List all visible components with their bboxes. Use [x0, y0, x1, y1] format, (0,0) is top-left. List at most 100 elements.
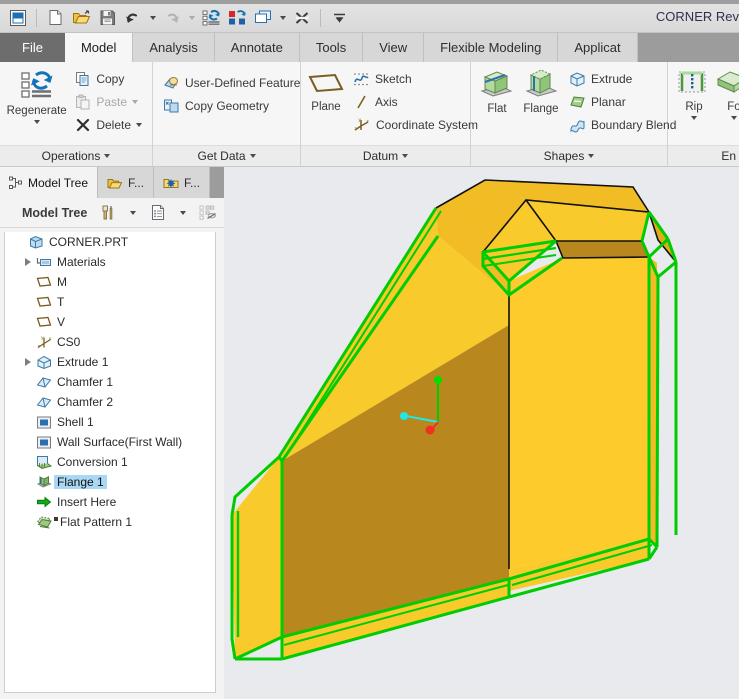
tree-item-chamfer-2[interactable]: Chamfer 2: [5, 392, 215, 412]
rip-dropdown-arrow[interactable]: [691, 116, 697, 120]
customize-qat-icon[interactable]: [327, 6, 351, 30]
paste-dropdown-arrow[interactable]: [132, 100, 138, 104]
chamfer-icon: [34, 395, 54, 410]
delete-dropdown-arrow[interactable]: [136, 123, 142, 127]
tree-item-v[interactable]: V: [5, 312, 215, 332]
flat-button[interactable]: Flat: [477, 67, 517, 115]
flange-button[interactable]: Flange: [521, 67, 561, 115]
settings-icon[interactable]: [97, 202, 119, 224]
datum-group-expander-icon[interactable]: [402, 154, 409, 158]
tree-item-label: Conversion 1: [57, 455, 128, 469]
navigator-tab-model-tree[interactable]: Model Tree: [0, 167, 99, 198]
get-data-group-label[interactable]: Get Data: [153, 145, 300, 166]
shapes-group-label[interactable]: Shapes: [471, 145, 667, 166]
delete-label: Delete: [96, 118, 131, 132]
window-icon[interactable]: [251, 6, 275, 30]
window-dropdown-arrow[interactable]: [277, 6, 288, 30]
sheet-metal-corner-model[interactable]: [224, 167, 739, 699]
redo-icon[interactable]: [160, 6, 184, 30]
get-data-group-expander-icon[interactable]: [249, 154, 256, 158]
3d-model-viewport[interactable]: [224, 167, 739, 699]
regenerate-button[interactable]: Regenerate: [6, 67, 67, 124]
rip-button[interactable]: Rip: [676, 67, 712, 120]
axis-button[interactable]: Axis: [349, 91, 482, 113]
datum-group-label[interactable]: Datum: [301, 145, 470, 166]
tree-item-label: Flange 1: [54, 475, 107, 489]
display-dropdown-arrow[interactable]: [172, 202, 194, 224]
operations-group-label[interactable]: Operations: [0, 145, 152, 166]
settings-dropdown-arrow[interactable]: [122, 202, 144, 224]
tree-item-extrude-1[interactable]: Extrude 1: [5, 352, 215, 372]
tab-analysis[interactable]: Analysis: [133, 33, 215, 62]
form-dropdown-arrow[interactable]: [731, 116, 737, 120]
tree-item-materials[interactable]: Materials: [5, 252, 215, 272]
tree-item-chamfer-1[interactable]: Chamfer 1: [5, 372, 215, 392]
form-button[interactable]: Fo: [716, 67, 739, 120]
undo-icon[interactable]: [121, 6, 145, 30]
copy-button[interactable]: Copy: [71, 68, 146, 90]
tree-item-conversion-1[interactable]: Conversion 1: [5, 452, 215, 472]
part-icon: [26, 235, 46, 249]
user-defined-feature-button[interactable]: User-Defined Feature: [159, 72, 304, 94]
tree-item-wall-surface[interactable]: Wall Surface(First Wall): [5, 432, 215, 452]
shell-icon: [34, 415, 54, 430]
model-tree[interactable]: CORNER.PRT Materials M T V y z x CS0 Ext…: [4, 232, 216, 693]
tree-item-label: Wall Surface(First Wall): [57, 435, 183, 449]
tab-model[interactable]: Model: [64, 33, 134, 62]
tree-item-flange-1[interactable]: Flange 1: [5, 472, 215, 492]
tab-file[interactable]: File: [0, 33, 65, 62]
coordinate-system-button[interactable]: y z x Coordinate System: [349, 114, 482, 136]
tree-item-insert-here[interactable]: Insert Here: [5, 492, 215, 512]
model-player-icon[interactable]: [225, 6, 249, 30]
tab-annotate[interactable]: Annotate: [214, 33, 300, 62]
tab-flexible-modeling[interactable]: Flexible Modeling: [424, 33, 559, 62]
navigator-tab-favorites[interactable]: F...: [154, 167, 211, 198]
tab-applications[interactable]: Applicat: [558, 33, 638, 62]
navigator-tab-folder-browser[interactable]: F...: [98, 167, 155, 198]
engineering-group-label[interactable]: En: [668, 145, 739, 166]
tab-tools[interactable]: Tools: [299, 33, 364, 62]
copy-geometry-button[interactable]: Copy Geometry: [159, 95, 304, 117]
tree-expander-extrude-1[interactable]: [21, 358, 34, 366]
extrude-button[interactable]: Extrude: [565, 68, 680, 90]
flat-pattern-icon: [34, 515, 54, 530]
app-menu-icon[interactable]: [6, 6, 30, 30]
tree-item-cs0[interactable]: y z x CS0: [5, 332, 215, 352]
quick-access-toolbar[interactable]: [0, 1, 351, 34]
tree-filter-icon[interactable]: [197, 202, 219, 224]
tree-item-corner-prt[interactable]: CORNER.PRT: [5, 232, 215, 252]
tree-expander-materials[interactable]: [21, 258, 34, 266]
tree-item-flat-pattern-1[interactable]: Flat Pattern 1: [5, 512, 215, 532]
boundary-blend-button[interactable]: Boundary Blend: [565, 114, 680, 136]
redo-dropdown-arrow[interactable]: [186, 6, 197, 30]
operations-group-expander-icon[interactable]: [104, 154, 111, 158]
shapes-group-expander-icon[interactable]: [588, 154, 595, 158]
form-icon: [716, 69, 739, 99]
operations-small-buttons: Copy Paste Delete: [71, 67, 146, 136]
tree-item-m[interactable]: M: [5, 272, 215, 292]
undo-dropdown-arrow[interactable]: [147, 6, 158, 30]
paste-icon: [75, 94, 91, 110]
title-bar: CORNER Rev: [0, 0, 739, 33]
paste-button[interactable]: Paste: [71, 91, 146, 113]
datum-small-buttons: Sketch Axis y z x Coordinate System: [349, 67, 482, 136]
tree-item-label: Materials: [57, 255, 106, 269]
regenerate-dropdown-arrow[interactable]: [33, 120, 40, 124]
close-window-icon[interactable]: [290, 6, 314, 30]
extrude-label: Extrude: [591, 72, 633, 86]
svg-text:x: x: [49, 336, 52, 341]
form-label: Fo: [727, 101, 739, 113]
new-icon[interactable]: [43, 6, 67, 30]
delete-button[interactable]: Delete: [71, 114, 146, 136]
tree-item-shell-1[interactable]: Shell 1: [5, 412, 215, 432]
regenerate-icon[interactable]: [199, 6, 223, 30]
sketch-button[interactable]: Sketch: [349, 68, 482, 90]
tree-item-t[interactable]: T: [5, 292, 215, 312]
open-icon[interactable]: [69, 6, 93, 30]
navigator-tab-folder-browser-label: F...: [128, 175, 145, 190]
tab-view[interactable]: View: [363, 33, 425, 62]
planar-button[interactable]: Planar: [565, 91, 680, 113]
plane-button[interactable]: Plane: [307, 67, 345, 113]
save-icon[interactable]: [95, 6, 119, 30]
display-icon[interactable]: [147, 202, 169, 224]
